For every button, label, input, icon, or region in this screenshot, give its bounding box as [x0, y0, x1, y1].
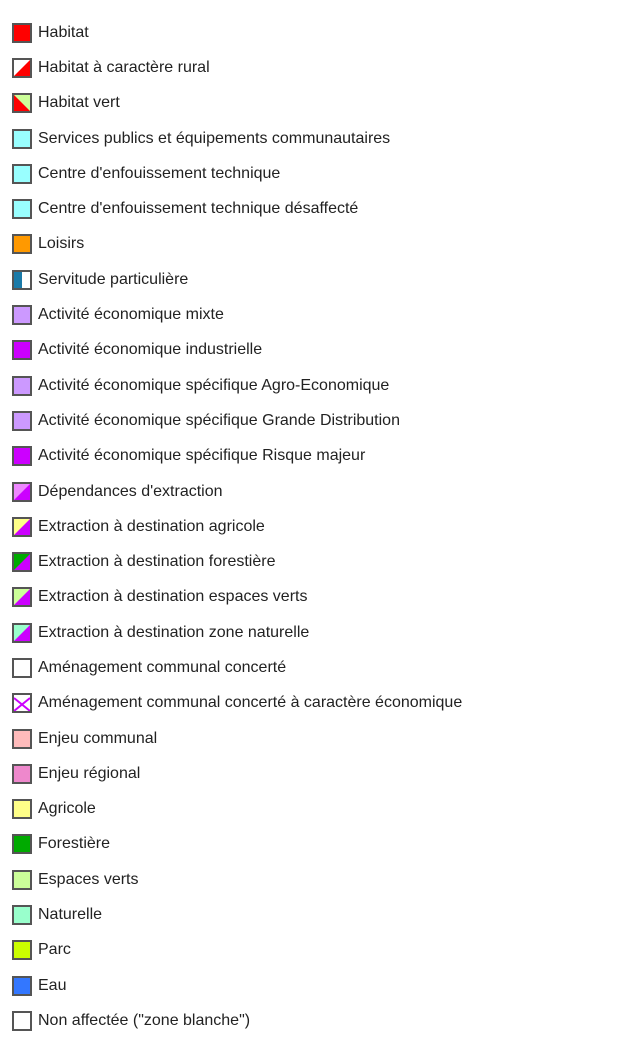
legend-label: Forestière	[38, 835, 111, 853]
legend-swatch	[12, 446, 32, 467]
legend-label: Espaces verts	[38, 870, 139, 888]
legend-item: Extraction à destination agricole	[12, 509, 462, 544]
legend-label: Activité économique mixte	[38, 306, 224, 324]
legend-swatch	[12, 199, 32, 220]
legend-item: Habitat	[12, 15, 462, 50]
legend-label: Habitat à caractère rural	[38, 58, 210, 76]
legend-label: Centre d'enfouissement technique	[38, 164, 281, 182]
legend-label: Servitude particulière	[38, 270, 189, 288]
legend-label: Naturelle	[38, 906, 103, 924]
legend-label: Eau	[38, 976, 67, 994]
legend-label: Aménagement communal concerté à caractèr…	[38, 694, 463, 712]
legend-swatch	[12, 410, 32, 431]
legend-swatch	[12, 587, 32, 608]
legend-item: Aménagement communal concerté	[12, 650, 462, 685]
legend-item: Services publics et équipements communau…	[12, 121, 462, 156]
map-legend: Habitat Habitat à caractère rural Habitat …	[12, 15, 462, 1039]
legend-item: Extraction à destination zone naturelle	[12, 615, 462, 650]
legend-label: Extraction à destination zone naturelle	[38, 623, 310, 641]
legend-swatch	[12, 869, 32, 890]
legend-item: Activité économique spécifique Risque ma…	[12, 439, 462, 474]
legend-label: Enjeu régional	[38, 764, 141, 782]
legend-swatch	[12, 305, 32, 326]
legend-item: Espaces verts	[12, 862, 462, 897]
legend-swatch	[12, 834, 32, 855]
legend-item: Centre d'enfouissement technique	[12, 156, 462, 191]
legend-item: Enjeu régional	[12, 756, 462, 791]
legend-swatch	[12, 57, 32, 78]
legend-swatch	[12, 657, 32, 678]
legend-label: Extraction à destination agricole	[38, 517, 265, 535]
legend-item: Activité économique spécifique Agro-Econ…	[12, 368, 462, 403]
legend-swatch	[12, 728, 32, 749]
legend-label: Non affectée ("zone blanche")	[38, 1011, 251, 1029]
legend-item: Enjeu communal	[12, 721, 462, 756]
legend-item: Forestière	[12, 827, 462, 862]
legend-item: Activité économique industrielle	[12, 333, 462, 368]
legend-swatch	[12, 22, 32, 43]
legend-swatch	[12, 128, 32, 149]
legend-label: Services publics et équipements communau…	[38, 129, 391, 147]
legend-swatch	[12, 975, 32, 996]
legend-item: Extraction à destination espaces verts	[12, 580, 462, 615]
legend-swatch	[12, 93, 32, 114]
legend-item: Habitat à caractère rural	[12, 50, 462, 85]
legend-swatch	[12, 269, 32, 290]
legend-label: Enjeu communal	[38, 729, 158, 747]
legend-swatch	[12, 552, 32, 573]
legend-swatch	[12, 693, 32, 714]
legend-item: Centre d'enfouissement technique désaffe…	[12, 191, 462, 226]
legend-label: Activité économique spécifique Grande Di…	[38, 411, 400, 429]
legend-swatch	[12, 905, 32, 926]
legend-item: Servitude particulière	[12, 262, 462, 297]
legend-item: Dépendances d'extraction	[12, 474, 462, 509]
legend-label: Activité économique industrielle	[38, 341, 263, 359]
legend-label: Activité économique spécifique Risque ma…	[38, 447, 366, 465]
legend-label: Aménagement communal concerté	[38, 658, 287, 676]
legend-label: Centre d'enfouissement technique désaffe…	[38, 200, 359, 218]
legend-label: Parc	[38, 941, 71, 959]
legend-swatch	[12, 1010, 32, 1031]
legend-item: Habitat vert	[12, 86, 462, 121]
legend-swatch	[12, 622, 32, 643]
legend-item: Agricole	[12, 792, 462, 827]
legend-label: Extraction à destination forestière	[38, 553, 276, 571]
legend-label: Dépendances d'extraction	[38, 482, 223, 500]
legend-label: Extraction à destination espaces verts	[38, 588, 308, 606]
legend-item: Parc	[12, 933, 462, 968]
legend-item: Loisirs	[12, 227, 462, 262]
legend-item: Extraction à destination forestière	[12, 544, 462, 579]
legend-swatch	[12, 940, 32, 961]
legend-label: Loisirs	[38, 235, 85, 253]
legend-label: Activité économique spécifique Agro-Econ…	[38, 376, 390, 394]
legend-item: Activité économique mixte	[12, 297, 462, 332]
legend-swatch	[12, 481, 32, 502]
legend-swatch	[12, 516, 32, 537]
legend-item: Aménagement communal concerté à caractèr…	[12, 686, 462, 721]
legend-item: Naturelle	[12, 897, 462, 932]
legend-swatch	[12, 375, 32, 396]
legend-swatch	[12, 234, 32, 255]
legend-item: Eau	[12, 968, 462, 1003]
legend-swatch	[12, 763, 32, 784]
legend-swatch	[12, 163, 32, 184]
legend-item: Activité économique spécifique Grande Di…	[12, 403, 462, 438]
legend-label: Habitat	[38, 23, 89, 41]
legend-swatch	[12, 340, 32, 361]
legend-swatch	[12, 799, 32, 820]
legend-label: Habitat vert	[38, 94, 120, 112]
legend-label: Agricole	[38, 800, 96, 818]
legend-item: Non affectée ("zone blanche")	[12, 1003, 462, 1038]
